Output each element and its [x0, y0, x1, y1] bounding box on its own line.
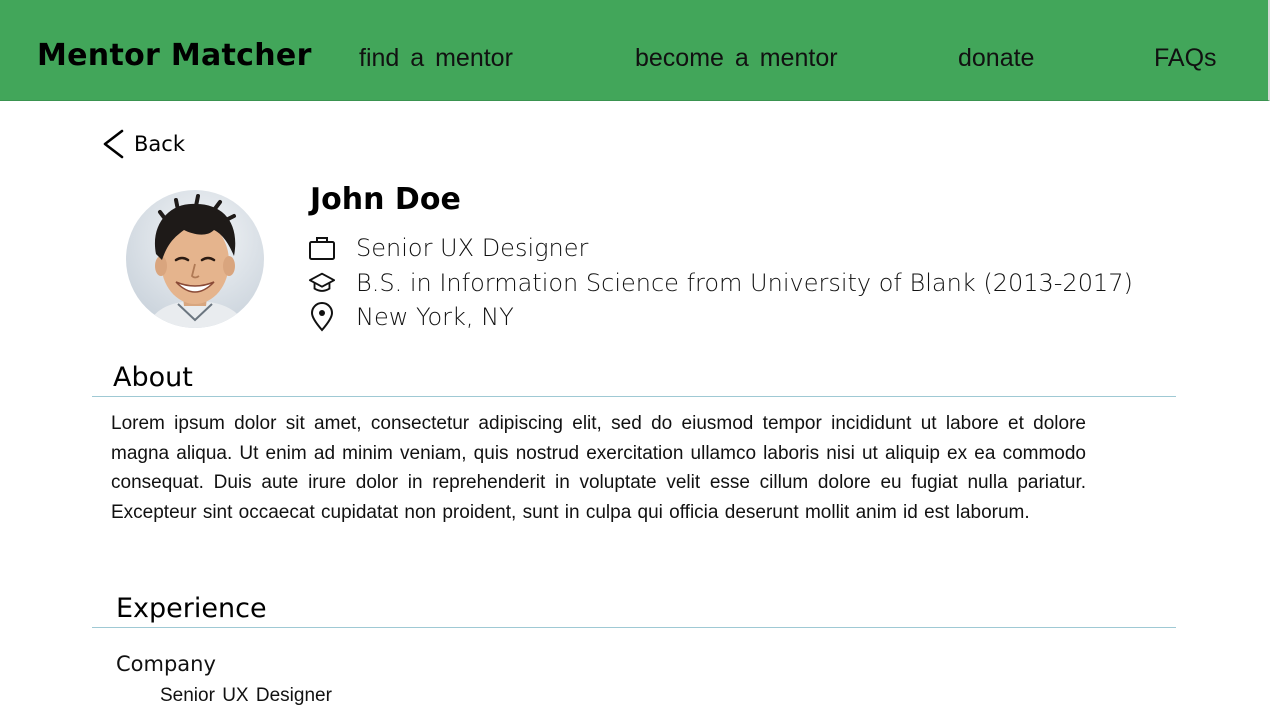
- top-nav-bar: Mentor Matcher find a mentor become a me…: [0, 0, 1270, 101]
- about-text: Lorem ipsum dolor sit amet, consectetur …: [111, 413, 1086, 524]
- profile-location-row: New York, NY: [308, 301, 514, 333]
- profile-education: B.S. in Information Science from Univers…: [356, 269, 1133, 297]
- experience-role: Senior UX Designer: [160, 685, 332, 706]
- avatar: [126, 190, 264, 328]
- back-label: Back: [134, 132, 185, 156]
- profile-location: New York, NY: [356, 303, 514, 331]
- profile-name: John Doe: [310, 182, 461, 217]
- profile-job-row: Senior UX Designer: [308, 232, 588, 264]
- map-pin-icon: [308, 302, 336, 332]
- nav-donate[interactable]: donate: [958, 44, 1034, 73]
- chevron-left-icon: [100, 128, 128, 160]
- graduation-cap-icon: [308, 269, 336, 297]
- profile-education-row: B.S. in Information Science from Univers…: [308, 267, 1133, 299]
- experience-divider: [92, 627, 1176, 628]
- mentor-profile-page: Mentor Matcher find a mentor become a me…: [0, 0, 1270, 716]
- experience-heading: Experience: [116, 593, 267, 624]
- briefcase-icon: [308, 234, 336, 262]
- nav-faqs[interactable]: FAQs: [1154, 44, 1217, 73]
- about-heading: About: [113, 362, 193, 393]
- back-button[interactable]: Back: [100, 128, 185, 160]
- nav-find-a-mentor[interactable]: find a mentor: [359, 44, 513, 73]
- about-divider: [92, 396, 1176, 397]
- brand-logo[interactable]: Mentor Matcher: [37, 38, 312, 73]
- experience-company: Company: [116, 652, 216, 676]
- nav-become-a-mentor[interactable]: become a mentor: [635, 44, 838, 73]
- profile-job-title: Senior UX Designer: [356, 234, 589, 262]
